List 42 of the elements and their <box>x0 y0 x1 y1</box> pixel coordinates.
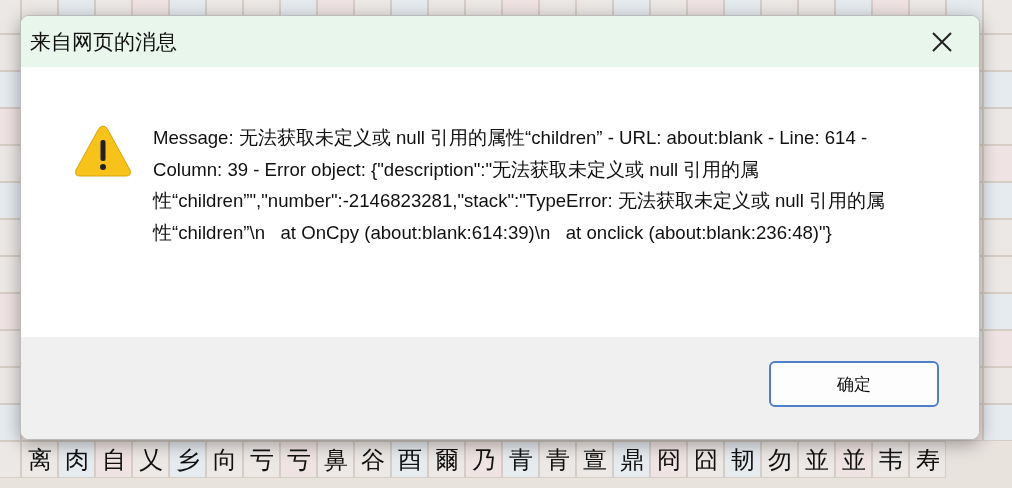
character-cell[interactable]: 乡 <box>169 441 206 478</box>
grid-cell <box>983 256 1012 293</box>
character-cell[interactable]: 亏 <box>280 441 317 478</box>
grid-cell <box>983 404 1012 441</box>
ok-button[interactable]: 确定 <box>769 361 939 407</box>
character-cell[interactable]: 鼻 <box>317 441 354 478</box>
character-cell[interactable]: 爾 <box>428 441 465 478</box>
character-cell[interactable]: 並 <box>835 441 872 478</box>
grid-cell <box>983 219 1012 256</box>
character-cell[interactable]: 酉 <box>391 441 428 478</box>
character-cell[interactable]: 亶 <box>576 441 613 478</box>
character-cell[interactable]: 乂 <box>132 441 169 478</box>
grid-cell <box>983 182 1012 219</box>
character-cell[interactable]: 鼎 <box>613 441 650 478</box>
character-cell[interactable]: 向 <box>206 441 243 478</box>
grid-cell <box>983 108 1012 145</box>
grid-cell <box>983 71 1012 108</box>
character-cell[interactable]: 亏 <box>243 441 280 478</box>
error-message: Message: 无法获取未定义或 null 引用的属性“children” - URL: about:blank - Line: 614 - Column: 39 - Error object: {"description":"无法获取未定义或 null 引用的属性“children”","number":-2146823281,"stack":"TypeError: 无法获取未定义或 null 引用的属性“children”\n at OnCpy (about:blank:614:39)\n at onclick (about:blank:236:48)"} <box>153 126 887 245</box>
character-cell[interactable]: 韧 <box>724 441 761 478</box>
character-cell[interactable]: 乃 <box>465 441 502 478</box>
character-cell[interactable]: 並 <box>798 441 835 478</box>
grid-cell <box>983 367 1012 404</box>
character-cell[interactable]: 离 <box>21 441 58 478</box>
character-cell[interactable]: 肉 <box>58 441 95 478</box>
warning-icon <box>74 124 132 178</box>
grid-cell <box>983 293 1012 330</box>
character-cell[interactable]: 冏 <box>650 441 687 478</box>
character-cell[interactable]: 自 <box>95 441 132 478</box>
character-cell[interactable]: 寿 <box>909 441 946 478</box>
character-cell[interactable]: 谷 <box>354 441 391 478</box>
grid-cell <box>983 145 1012 182</box>
grid-cell <box>983 34 1012 71</box>
character-cell[interactable]: 囧 <box>687 441 724 478</box>
character-cell[interactable]: 青 <box>539 441 576 478</box>
grid-cell <box>983 330 1012 367</box>
character-cell[interactable]: 韦 <box>872 441 909 478</box>
dialog-title: 来自网页的消息 <box>30 28 177 56</box>
close-icon[interactable] <box>931 30 953 53</box>
grid-cell <box>983 0 1012 34</box>
character-cell[interactable]: 青 <box>502 441 539 478</box>
character-cell[interactable]: 勿 <box>761 441 798 478</box>
